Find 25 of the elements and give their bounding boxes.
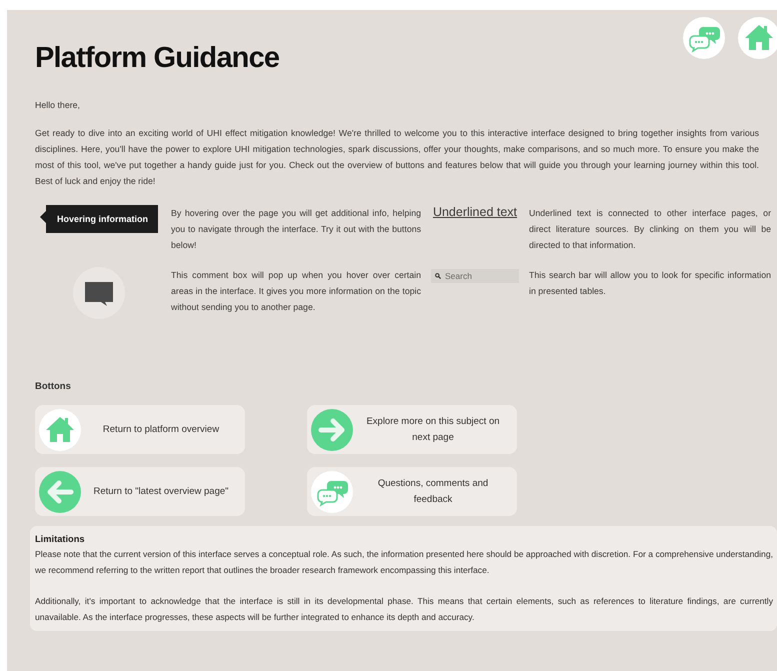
nav-button[interactable]: Explore more on this subject on next page [307, 405, 517, 454]
nav-button[interactable]: Return to "latest overview page" [35, 467, 245, 516]
limitations-paragraph: Additionally, it's important to acknowledge that the interface is still in its developmental phase. This means that certain elements, such as references to literature findings, are currently unavailable. As the interface progresses, these aspects will be further integrated to enhance its depth and accuracy. [35, 595, 773, 624]
intro-paragraph: Get ready to dive into an exciting world of UHI effect mitigation knowledge! We're thrilled to welcome you to this interactive interface designed to bring together insights from various disciplines. Here, you'll have the power to explore UHI mitigation technologies, spark discussions, offer your thoughts, make comparisons, and so much more. To ensure you make the most of this tool, we've put together a handy guide just for you. Check out the overview of buttons and features below that will guide you through your learning journey within this tool. Best of luck and enjoy the ride! [35, 127, 759, 188]
underlined-link[interactable]: Underlined text [432, 205, 518, 219]
page-title: Platform Guidance [35, 42, 280, 75]
section-heading: Bottons [35, 381, 72, 392]
chat-icon [311, 470, 353, 512]
feature-description: This comment box will pop up when you hover over certain areas in the interface. It gives you more information on the topic without sending you to another page. [171, 269, 421, 314]
home-icon [39, 408, 81, 450]
nav-button[interactable]: Questions, comments and feedback [307, 467, 517, 516]
greeting-text: Hello there, [35, 99, 81, 112]
limitations-heading: Limitations [35, 533, 86, 546]
feature-description: Underlined text is connected to other interface pages, or direct literature sources. By clinking on them you will be directed to that information. [529, 207, 771, 252]
feature-description: By hovering over the page you will get additional info, helping you to navigate through the interface. Try it out with the buttons below! [171, 207, 421, 252]
hover-tooltip: Hovering information [40, 205, 158, 233]
search-icon [435, 273, 441, 279]
limitations-paragraph: Please note that the current version of this interface serves a conceptual role. As such, the information presented here should be approached with discretion. For a comprehensive understanding, we recommend referring to the written report that outlines the broader research framework encompassing this interface. [35, 548, 773, 577]
feature-description: This search bar will allow you to look for specific information in presented tables. [529, 269, 771, 298]
search-field[interactable]: Search [431, 269, 519, 283]
search-input[interactable]: Search [445, 271, 515, 281]
home-button-icon [738, 17, 777, 59]
nav-button[interactable]: Return to platform overview [35, 405, 245, 454]
chat-button-icon [683, 17, 725, 59]
comment-bubble-icon [73, 267, 125, 319]
